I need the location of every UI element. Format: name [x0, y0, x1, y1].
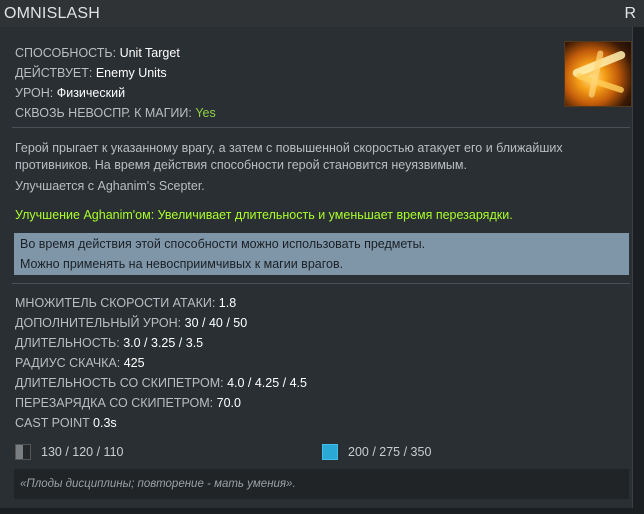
stat-label: МНОЖИТЕЛЬ СКОРОСТИ АТАКИ: — [15, 296, 216, 310]
stat-label: ДЛИТЕЛЬНОСТЬ: — [15, 336, 120, 350]
stat-label: РАДИУС СКАЧКА: — [15, 356, 121, 370]
mana-cost: 200 / 275 / 350 — [322, 444, 431, 460]
omnislash-ability-icon — [564, 41, 632, 107]
stat-label: ДЛИТЕЛЬНОСТЬ СО СКИПЕТРОМ: — [15, 376, 224, 390]
stat-row: ПЕРЕЗАРЯДКА СО СКИПЕТРОМ: 70.0 — [15, 393, 307, 413]
property-value: Enemy Units — [95, 66, 167, 80]
stat-row: РАДИУС СКАЧКА: 425 — [15, 353, 307, 373]
stat-value: 70.0 — [216, 396, 241, 410]
ability-description: Герой прыгает к указанному врагу, а зате… — [15, 140, 615, 195]
property-row: СПОСОБНОСТЬ: Unit Target — [15, 43, 216, 63]
mana-icon — [322, 444, 338, 460]
stat-label: CAST POINT — [15, 416, 90, 430]
ability-name: OMNISLASH — [4, 4, 101, 22]
property-label: СКВОЗЬ НЕВОСПР. К МАГИИ: — [15, 106, 192, 120]
stat-value: 4.0 / 4.25 / 4.5 — [227, 376, 307, 390]
mana-value: 200 / 275 / 350 — [348, 445, 432, 459]
note-item: Можно применять на невосприимчивых к маг… — [20, 257, 344, 271]
stat-label: ДОПОЛНИТЕЛЬНЫЙ УРОН: — [15, 316, 182, 330]
property-value: Физический — [56, 86, 126, 100]
stat-row: CAST POINT 0.3s — [15, 413, 307, 433]
description-text: Герой прыгает к указанному врагу, а зате… — [15, 141, 563, 172]
stat-row: ДОПОЛНИТЕЛЬНЫЙ УРОН: 30 / 40 / 50 — [15, 313, 307, 333]
property-row: ДЕЙСТВУЕТ: Enemy Units — [15, 63, 216, 83]
property-row: УРОН: Физический — [15, 83, 216, 103]
property-row: СКВОЗЬ НЕВОСПР. К МАГИИ: Yes — [15, 103, 216, 123]
ability-tooltip-panel: СПОСОБНОСТЬ: Unit Target ДЕЙСТВУЕТ: Enem… — [0, 27, 633, 508]
stat-value: 3.0 / 3.25 / 3.5 — [123, 336, 204, 350]
scepter-upgrade-note: Улучшается с Aghanim's Scepter. — [15, 179, 205, 193]
stat-row: МНОЖИТЕЛЬ СКОРОСТИ АТАКИ: 1.8 — [15, 293, 307, 313]
stat-label: ПЕРЕЗАРЯДКА СО СКИПЕТРОМ: — [15, 396, 214, 410]
property-value: Yes — [195, 106, 216, 120]
note-item: Во время действия этой способности можно… — [20, 237, 426, 251]
ability-properties: СПОСОБНОСТЬ: Unit Target ДЕЙСТВУЕТ: Enem… — [15, 43, 216, 123]
stat-value: 1.8 — [218, 296, 237, 310]
property-label: УРОН: — [15, 86, 54, 100]
ability-notes-box: Во время действия этой способности можно… — [14, 233, 629, 275]
cooldown-cost: 130 / 120 / 110 — [15, 444, 123, 460]
ability-stats: МНОЖИТЕЛЬ СКОРОСТИ АТАКИ: 1.8 ДОПОЛНИТЕЛ… — [15, 293, 307, 433]
cooldown-value: 130 / 120 / 110 — [41, 445, 124, 459]
stat-value: 0.3s — [93, 416, 117, 430]
aghanim-upgrade-text: Улучшение Aghanim'ом: Увеличивает длител… — [15, 208, 513, 222]
property-label: СПОСОБНОСТЬ: — [15, 46, 117, 60]
lore-text: «Плоды дисциплины; повторение - мать уме… — [14, 469, 629, 499]
ability-header: OMNISLASH R — [0, 0, 644, 27]
property-label: ДЕЙСТВУЕТ: — [15, 66, 93, 80]
property-value: Unit Target — [119, 46, 180, 60]
divider — [12, 283, 630, 284]
divider — [12, 127, 630, 128]
stat-value: 425 — [123, 356, 145, 370]
stat-row: ДЛИТЕЛЬНОСТЬ: 3.0 / 3.25 / 3.5 — [15, 333, 307, 353]
ability-hotkey: R — [624, 4, 636, 22]
stat-value: 30 / 40 / 50 — [184, 316, 248, 330]
stat-row: ДЛИТЕЛЬНОСТЬ СО СКИПЕТРОМ: 4.0 / 4.25 / … — [15, 373, 307, 393]
cooldown-icon — [15, 444, 31, 460]
